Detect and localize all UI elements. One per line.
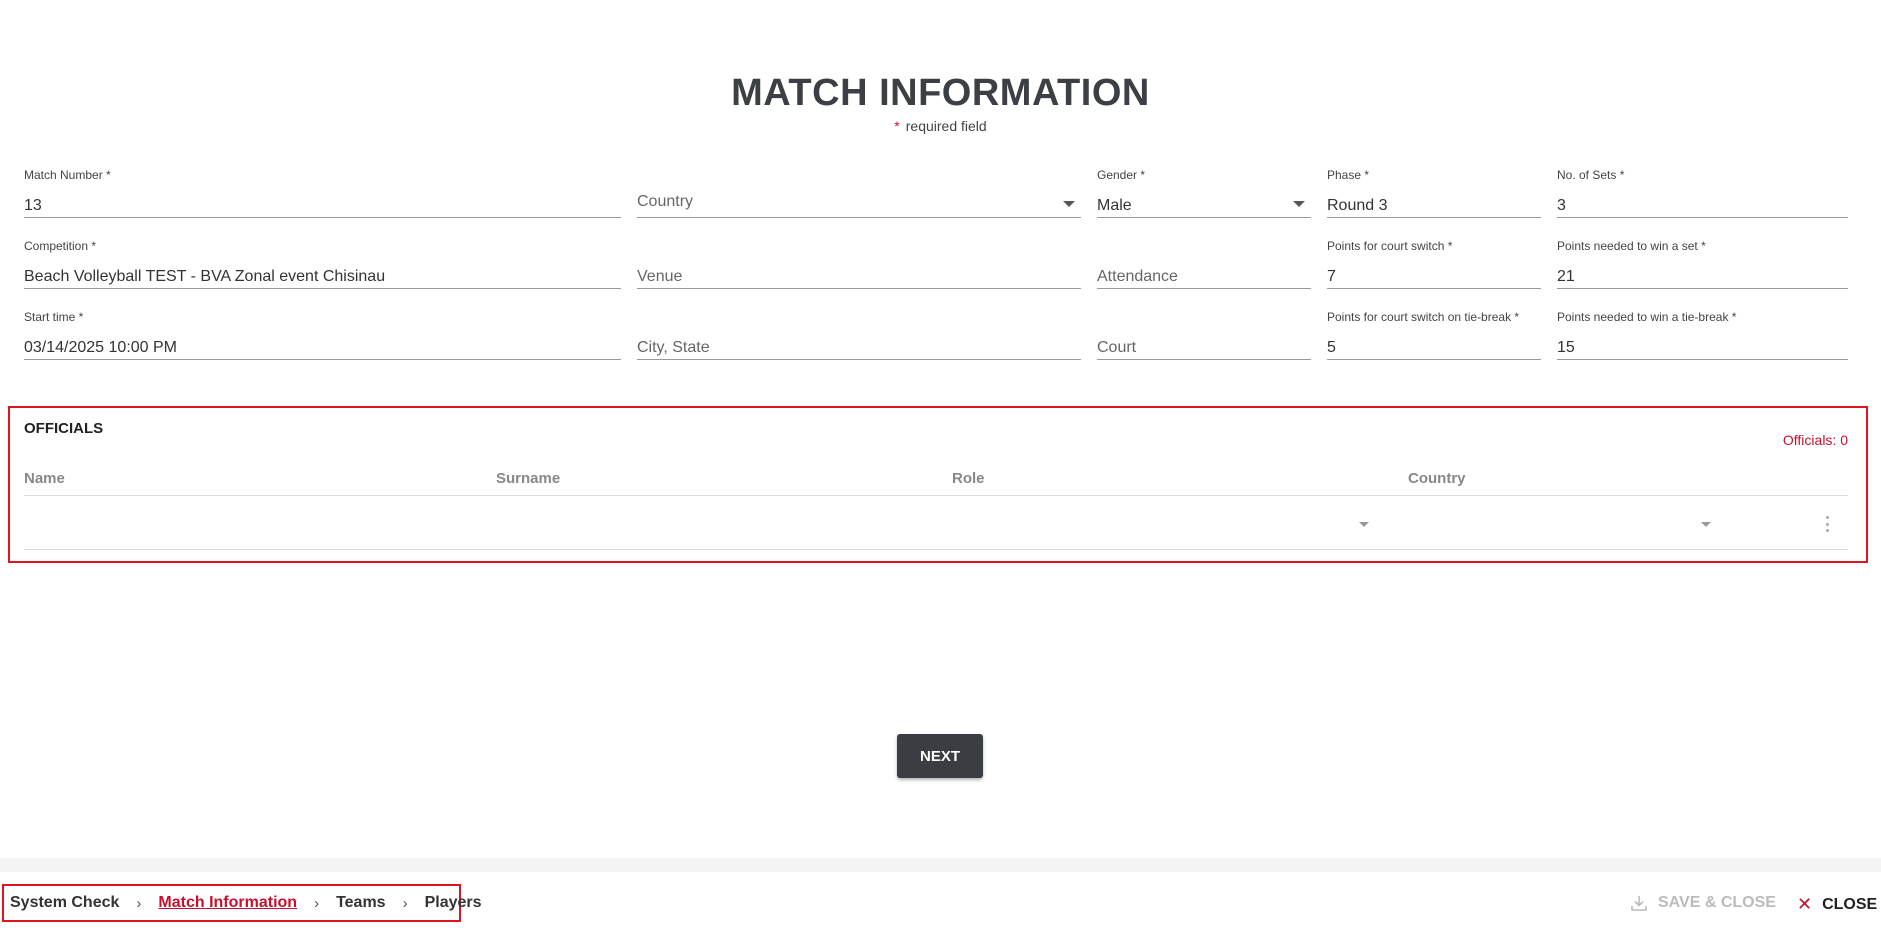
breadcrumb-match-information[interactable]: Match Information xyxy=(158,894,297,912)
points-win-set-field[interactable]: Points needed to win a set * 21 xyxy=(1557,239,1848,289)
match-number-label: Match Number * xyxy=(24,168,111,182)
close-icon: ✕ xyxy=(1797,894,1813,914)
chevron-down-icon xyxy=(1063,201,1075,207)
gender-value: Male xyxy=(1097,197,1132,214)
column-header-name: Name xyxy=(24,470,65,487)
venue-placeholder: Venue xyxy=(637,268,683,285)
match-number-field[interactable]: Match Number * 13 xyxy=(24,168,621,218)
breadcrumb-teams[interactable]: Teams xyxy=(336,894,386,912)
points-win-tiebreak-label: Points needed to win a tie-break * xyxy=(1557,310,1737,324)
role-dropdown-chevron-down-icon[interactable] xyxy=(1359,522,1369,527)
city-state-placeholder: City, State xyxy=(637,339,710,356)
competition-label: Competition * xyxy=(24,239,97,253)
officials-table-row xyxy=(24,498,1848,550)
competition-value: Beach Volleyball TEST - BVA Zonal event … xyxy=(24,268,386,285)
more-vert-icon[interactable] xyxy=(1826,516,1830,532)
match-information-page: MATCH INFORMATION * required field Match … xyxy=(0,0,1881,930)
points-court-switch-value: 7 xyxy=(1327,268,1336,285)
city-state-field[interactable]: City, State xyxy=(637,324,1081,360)
court-field[interactable]: Court xyxy=(1097,324,1311,360)
officials-table-header: Name Surname Role Country xyxy=(24,470,1848,496)
phase-field[interactable]: Phase * Round 3 xyxy=(1327,168,1541,218)
competition-field[interactable]: Competition * Beach Volleyball TEST - BV… xyxy=(24,239,621,289)
points-win-set-value: 21 xyxy=(1557,268,1575,285)
start-time-value: 03/14/2025 10:00 PM xyxy=(24,339,178,356)
required-note-text: required field xyxy=(905,118,987,134)
start-time-field[interactable]: Start time * 03/14/2025 10:00 PM xyxy=(24,310,621,360)
chevron-right-icon: › xyxy=(136,894,142,912)
close-button[interactable]: ✕ CLOSE xyxy=(1797,894,1877,915)
officials-section: OFFICIALS Officials: 0 Name Surname Role… xyxy=(8,406,1868,563)
points-win-set-label: Points needed to win a set * xyxy=(1557,239,1706,253)
match-number-value: 13 xyxy=(24,197,42,214)
no-of-sets-field[interactable]: No. of Sets * 3 xyxy=(1557,168,1848,218)
save-close-label: SAVE & CLOSE xyxy=(1658,894,1776,911)
points-court-switch-tiebreak-field[interactable]: Points for court switch on tie-break * 5 xyxy=(1327,310,1541,360)
column-header-role: Role xyxy=(952,470,985,487)
chevron-down-icon xyxy=(1293,201,1305,207)
breadcrumb-system-check[interactable]: System Check xyxy=(10,894,119,912)
gender-label: Gender * xyxy=(1097,168,1146,182)
officials-count: Officials: 0 xyxy=(1782,432,1848,448)
chevron-right-icon: › xyxy=(402,894,408,912)
column-header-country: Country xyxy=(1408,470,1466,487)
required-star: * xyxy=(894,118,900,134)
court-placeholder: Court xyxy=(1097,339,1137,356)
officials-title: OFFICIALS xyxy=(24,420,104,437)
footer-separator xyxy=(0,858,1881,872)
points-court-switch-tiebreak-value: 5 xyxy=(1327,339,1336,356)
gender-select[interactable]: Gender * Male xyxy=(1097,168,1311,218)
required-field-note: * required field xyxy=(0,118,1881,134)
no-of-sets-value: 3 xyxy=(1557,197,1566,214)
points-court-switch-label: Points for court switch * xyxy=(1327,239,1453,253)
download-icon xyxy=(1631,896,1647,911)
country-dropdown-chevron-down-icon[interactable] xyxy=(1701,522,1711,527)
breadcrumb-players[interactable]: Players xyxy=(425,894,482,912)
country-select[interactable]: Country xyxy=(637,182,1081,218)
venue-field[interactable]: Venue xyxy=(637,253,1081,289)
attendance-field[interactable]: Attendance xyxy=(1097,253,1311,289)
points-win-tiebreak-field[interactable]: Points needed to win a tie-break * 15 xyxy=(1557,310,1848,360)
no-of-sets-label: No. of Sets * xyxy=(1557,168,1625,182)
phase-label: Phase * xyxy=(1327,168,1370,182)
next-button[interactable]: NEXT xyxy=(897,734,983,778)
column-header-surname: Surname xyxy=(496,470,561,487)
points-win-tiebreak-value: 15 xyxy=(1557,339,1575,356)
close-label: CLOSE xyxy=(1822,895,1878,913)
page-title: MATCH INFORMATION xyxy=(731,72,1150,114)
save-close-button[interactable]: SAVE & CLOSE xyxy=(1630,894,1776,912)
points-court-switch-field[interactable]: Points for court switch * 7 xyxy=(1327,239,1541,289)
breadcrumb: System Check › Match Information › Teams… xyxy=(2,884,482,922)
attendance-placeholder: Attendance xyxy=(1097,268,1178,285)
phase-value: Round 3 xyxy=(1327,197,1388,214)
chevron-right-icon: › xyxy=(314,894,320,912)
points-court-switch-tiebreak-label: Points for court switch on tie-break * xyxy=(1327,310,1520,324)
start-time-label: Start time * xyxy=(24,310,84,324)
country-placeholder: Country xyxy=(637,193,694,210)
